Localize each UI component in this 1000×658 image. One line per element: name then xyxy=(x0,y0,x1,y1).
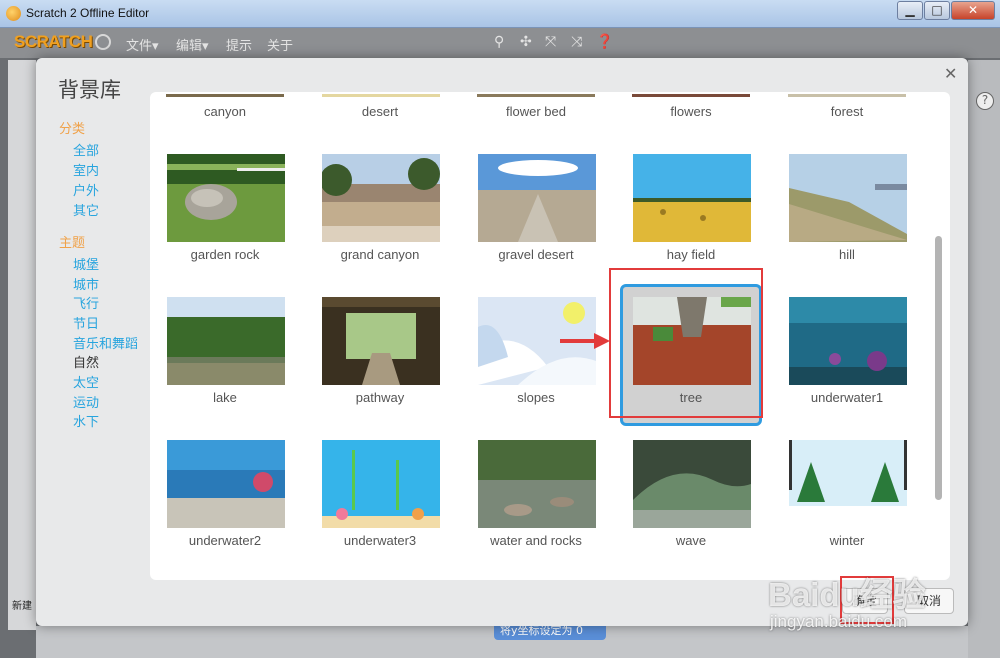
underwater3-thumbnail xyxy=(322,440,440,528)
sprite-label-hay-field: hay field xyxy=(666,247,716,262)
category-heading: 分类 xyxy=(59,122,86,137)
backdrop-winter[interactable]: winter xyxy=(776,427,918,569)
underwater2-thumbnail xyxy=(167,440,285,528)
sprite-label-hill: hill xyxy=(839,247,855,262)
menu-tips[interactable]: 提示 xyxy=(226,35,252,54)
category-outdoors[interactable]: 户外 xyxy=(73,180,99,199)
theme-underwater[interactable]: 水下 xyxy=(73,411,99,430)
backdrop-pathway[interactable]: pathway xyxy=(309,284,451,426)
sprite-label-garden-rock: garden rock xyxy=(190,247,260,262)
backdrop-grid[interactable]: canyon desert flower bed flowers forest … xyxy=(150,92,950,580)
dialog-close-icon[interactable]: ✕ xyxy=(944,64,957,83)
stage-pane-edge xyxy=(8,60,36,630)
sprite-label-underwater1: underwater1 xyxy=(810,390,884,405)
sprite-label-lake: lake xyxy=(213,390,237,405)
category-all[interactable]: 全部 xyxy=(73,140,99,159)
help-icon[interactable]: ❓ xyxy=(596,34,613,50)
cancel-button[interactable]: 取消 xyxy=(904,588,954,614)
underwater1-thumbnail xyxy=(789,297,907,385)
menu-edit[interactable]: 编辑▾ xyxy=(176,35,209,54)
window-title: Scratch 2 Offline Editor xyxy=(26,6,150,20)
category-indoors[interactable]: 室内 xyxy=(73,160,99,179)
backdrop-hay-field[interactable]: hay field xyxy=(620,141,762,283)
backdrop-underwater1[interactable]: underwater1 xyxy=(776,284,918,426)
backdrop-lake[interactable]: lake xyxy=(154,284,296,426)
cut-icon[interactable]: ✣ xyxy=(520,34,532,50)
scripts-help-icon[interactable]: ? xyxy=(976,92,994,110)
backdrop-library-dialog: 背景库 ✕ 分类 全部 室内 户外 其它 主题 城堡 城市 飞行 节日 音乐和舞… xyxy=(36,58,968,626)
new-backdrop-label: 新建 xyxy=(12,601,32,612)
stamp-icon[interactable]: ⚲ xyxy=(494,34,504,50)
backdrop-underwater2[interactable]: underwater2 xyxy=(154,427,296,569)
theme-sports[interactable]: 运动 xyxy=(73,392,99,411)
forest-thumb-edge xyxy=(788,94,906,97)
canyon-thumb-edge xyxy=(166,94,284,97)
theme-heading: 主题 xyxy=(59,236,86,251)
desert-thumb-edge xyxy=(322,94,440,97)
flowers-thumb-edge xyxy=(632,94,750,97)
backdrop-gravel-desert[interactable]: gravel desert xyxy=(465,141,607,283)
sprite-label-wave: wave xyxy=(675,533,707,548)
scripts-pane-edge xyxy=(968,60,1000,658)
garden-rock-thumbnail xyxy=(167,154,285,242)
dialog-title: 背景库 xyxy=(58,78,121,102)
close-window-button[interactable]: ✕ xyxy=(951,1,995,20)
backdrop-slopes[interactable]: slopes xyxy=(465,284,607,426)
menu-file[interactable]: 文件▾ xyxy=(126,35,159,54)
backdrop-hill[interactable]: hill xyxy=(776,141,918,283)
backdrop-underwater3[interactable]: underwater3 xyxy=(309,427,451,569)
shrink-icon[interactable]: ⤨ xyxy=(571,34,582,50)
sprite-label-forest[interactable]: forest xyxy=(776,104,918,119)
grand-canyon-thumbnail xyxy=(322,154,440,242)
flower-bed-thumb-edge xyxy=(477,94,595,97)
theme-holiday[interactable]: 节日 xyxy=(73,313,99,332)
sprite-label-flower-bed[interactable]: flower bed xyxy=(465,104,607,119)
hill-thumbnail xyxy=(789,154,907,242)
backdrop-water-and-rocks[interactable]: water and rocks xyxy=(465,427,607,569)
theme-city[interactable]: 城市 xyxy=(73,274,99,293)
language-globe-icon[interactable] xyxy=(95,34,111,50)
sprite-label-flowers[interactable]: flowers xyxy=(620,104,762,119)
theme-space[interactable]: 太空 xyxy=(73,372,99,391)
sprite-label-slopes: slopes xyxy=(517,390,555,405)
sprite-label-water-and-rocks: water and rocks xyxy=(490,533,582,548)
highlight-box-ok xyxy=(840,576,894,624)
theme-castle[interactable]: 城堡 xyxy=(73,254,99,273)
theme-nature[interactable]: 自然 xyxy=(73,352,99,371)
sprite-label-grand-canyon: grand canyon xyxy=(340,247,420,262)
backdrop-grand-canyon[interactable]: grand canyon xyxy=(309,141,451,283)
theme-flying[interactable]: 飞行 xyxy=(73,293,99,312)
hay-field-thumbnail xyxy=(633,154,751,242)
wave-thumbnail xyxy=(633,440,751,528)
gravel-desert-thumbnail xyxy=(478,154,596,242)
menu-about[interactable]: 关于 xyxy=(267,35,293,54)
sprite-label-canyon[interactable]: canyon xyxy=(154,104,296,119)
sprite-label-underwater2: underwater2 xyxy=(188,533,262,548)
backdrop-garden-rock[interactable]: garden rock xyxy=(154,141,296,283)
scrollbar-thumb[interactable] xyxy=(935,236,942,500)
lake-thumbnail xyxy=(167,297,285,385)
winter-thumbnail xyxy=(789,440,907,528)
sprite-label-desert[interactable]: desert xyxy=(309,104,451,119)
menubar: SCRATCH 文件▾ 编辑▾ 提示 关于 ⚲ ✣ ⤧ ⤨ ❓ xyxy=(0,28,1000,58)
backdrop-wave[interactable]: wave xyxy=(620,427,762,569)
sprite-label-gravel-desert: gravel desert xyxy=(498,247,574,262)
theme-music-dance[interactable]: 音乐和舞蹈 xyxy=(73,333,138,352)
maximize-button[interactable]: □ xyxy=(924,1,950,20)
scratch-logo[interactable]: SCRATCH xyxy=(14,32,93,52)
pathway-thumbnail xyxy=(322,297,440,385)
water-and-rocks-thumbnail xyxy=(478,440,596,528)
scratch-app-icon xyxy=(6,6,21,21)
sprite-label-winter: winter xyxy=(829,533,865,548)
highlight-box-tree xyxy=(609,268,763,418)
window-titlebar: Scratch 2 Offline Editor ▁ □ ✕ xyxy=(0,0,1000,28)
red-arrow-icon xyxy=(560,333,610,349)
sprite-label-pathway: pathway xyxy=(355,390,405,405)
grow-icon[interactable]: ⤧ xyxy=(545,34,556,50)
sprite-label-underwater3: underwater3 xyxy=(343,533,417,548)
category-other[interactable]: 其它 xyxy=(73,200,99,219)
minimize-button[interactable]: ▁ xyxy=(897,1,923,20)
